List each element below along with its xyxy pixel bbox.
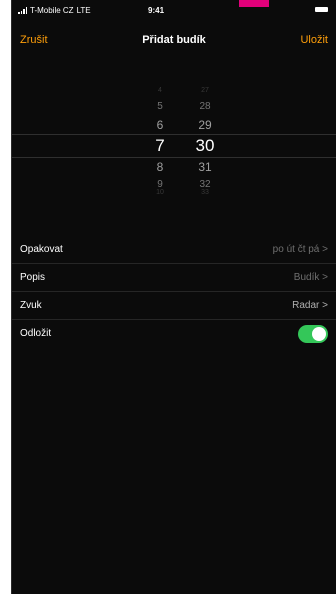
status-bar: T-Mobile CZ LTE 9:41 [12, 6, 336, 24]
minute-option[interactable]: 27 [187, 86, 223, 96]
repeat-row[interactable]: Opakovat po út čt pá > [12, 236, 336, 264]
minute-option[interactable]: 31 [187, 158, 223, 176]
sound-row[interactable]: Zvuk Radar > [12, 292, 336, 320]
hour-option[interactable]: 5 [142, 98, 178, 116]
hour-option[interactable]: 8 [142, 158, 178, 176]
minute-option[interactable]: 30 [187, 134, 223, 158]
minute-option[interactable]: 33 [187, 188, 223, 198]
label-row[interactable]: Popis Budík > [12, 264, 336, 292]
snooze-label: Odložit [20, 328, 52, 339]
carrier-info: T-Mobile CZ LTE [18, 6, 91, 15]
network-type: LTE [76, 6, 91, 15]
toggle-knob [312, 327, 326, 341]
snooze-row: Odložit [12, 320, 336, 348]
minute-option[interactable]: 28 [187, 98, 223, 116]
alarm-label-value: Budík > [293, 272, 328, 283]
sound-label: Zvuk [20, 300, 42, 311]
minute-wheel[interactable]: 27 28 29 30 31 32 33 [187, 70, 223, 220]
save-button[interactable]: Uložit [300, 34, 328, 46]
carrier-name: T-Mobile CZ [30, 6, 74, 15]
snooze-toggle[interactable] [298, 325, 328, 343]
signal-strength-icon [18, 7, 27, 14]
repeat-label: Opakovat [20, 244, 63, 255]
repeat-value: po út čt pá > [272, 244, 328, 255]
sound-value: Radar > [292, 300, 328, 311]
minute-option[interactable]: 29 [187, 116, 223, 134]
navigation-bar: Zrušit Přidat budík Uložit [12, 28, 336, 58]
battery-icon [315, 7, 328, 12]
page-title: Přidat budík [142, 34, 206, 46]
alarm-label-label: Popis [20, 272, 46, 283]
hour-wheel[interactable]: 4 5 6 7 8 9 10 [142, 70, 178, 220]
alarm-add-screen: T-Mobile CZ LTE 9:41 Zrušit Přidat budík… [12, 0, 336, 594]
hour-option[interactable]: 7 [142, 134, 178, 158]
status-time: 9:41 [148, 6, 165, 15]
hour-option[interactable]: 10 [142, 188, 178, 198]
hour-option[interactable]: 6 [142, 116, 178, 134]
alarm-settings-list: Opakovat po út čt pá > Popis Budík > Zvu… [12, 236, 336, 348]
hour-option[interactable]: 4 [142, 86, 178, 96]
left-edge-bar [0, 0, 12, 594]
time-picker[interactable]: 4 5 6 7 8 9 10 27 28 29 30 31 32 33 [12, 70, 336, 220]
